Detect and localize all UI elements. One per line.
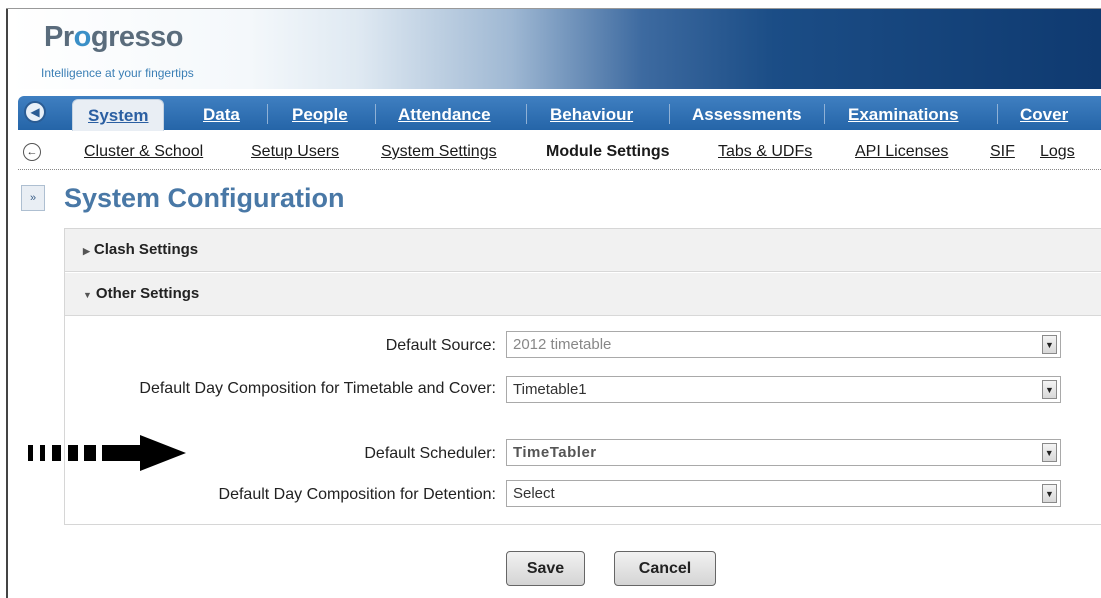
- tab-data[interactable]: Data: [203, 99, 240, 130]
- tab-divider: [526, 104, 527, 124]
- tab-back-icon[interactable]: ◀: [24, 101, 46, 123]
- tab-divider: [824, 104, 825, 124]
- progresso-logo: Progresso: [44, 21, 183, 53]
- subnav-logs[interactable]: Logs: [1040, 143, 1075, 161]
- day-composition-timetable-select[interactable]: Timetable1 ▼: [506, 376, 1061, 403]
- expanded-arrow-icon: ▼: [83, 290, 92, 300]
- tagline: Intelligence at your fingertips: [41, 66, 194, 80]
- subnav-back-icon[interactable]: ←: [23, 143, 41, 161]
- dropdown-arrow-icon[interactable]: ▼: [1042, 380, 1057, 399]
- dropdown-arrow-icon[interactable]: ▼: [1042, 335, 1057, 354]
- subnav-cluster-school[interactable]: Cluster & School: [84, 143, 203, 161]
- page-title: System Configuration: [64, 183, 345, 213]
- tab-people[interactable]: People: [292, 99, 348, 130]
- section-label: Clash Settings: [93, 241, 199, 258]
- day-composition-timetable-label: Default Day Composition for Timetable an…: [139, 380, 496, 397]
- day-composition-detention-label: Default Day Composition for Detention:: [218, 486, 496, 503]
- subnav-setup-users[interactable]: Setup Users: [251, 143, 339, 161]
- annotation-arrow-icon: [28, 435, 186, 471]
- cancel-button[interactable]: Cancel: [614, 551, 716, 586]
- section-label: Other Settings: [95, 285, 200, 302]
- subnav-divider: [18, 169, 1101, 170]
- window-frame-left: [0, 0, 8, 598]
- subnav-module-settings[interactable]: Module Settings: [546, 143, 670, 161]
- window-frame-top: [6, 0, 1101, 9]
- dropdown-arrow-icon[interactable]: ▼: [1042, 484, 1057, 503]
- subnav-system-settings[interactable]: System Settings: [381, 143, 497, 161]
- tab-attendance[interactable]: Attendance: [398, 99, 491, 130]
- tab-assessments[interactable]: Assessments: [692, 99, 802, 130]
- default-source-value: 2012 timetable: [513, 336, 612, 353]
- tab-divider: [997, 104, 998, 124]
- default-scheduler-label: Default Scheduler:: [364, 445, 496, 462]
- default-source-select[interactable]: 2012 timetable ▼: [506, 331, 1061, 358]
- default-source-label: Default Source:: [385, 337, 496, 354]
- day-composition-detention-select[interactable]: Select ▼: [506, 480, 1061, 507]
- expand-sidebar-icon[interactable]: »: [21, 185, 45, 211]
- dropdown-arrow-icon[interactable]: ▼: [1042, 443, 1057, 462]
- tab-divider: [267, 104, 268, 124]
- day-composition-timetable-value: Timetable1: [513, 381, 587, 398]
- app-header: Progresso Intelligence at your fingertip…: [9, 9, 1101, 89]
- tab-divider: [669, 104, 670, 124]
- subnav-sif[interactable]: SIF: [990, 143, 1015, 161]
- default-scheduler-value: TimeTabler: [513, 444, 597, 461]
- section-other-settings[interactable]: ▼ Other Settings: [65, 273, 1101, 316]
- save-button[interactable]: Save: [506, 551, 585, 586]
- collapsed-arrow-icon: ▶: [83, 246, 90, 256]
- tab-behaviour[interactable]: Behaviour: [550, 99, 633, 130]
- tab-cover[interactable]: Cover: [1020, 99, 1068, 130]
- subnav-api-licenses[interactable]: API Licenses: [855, 143, 948, 161]
- default-scheduler-select[interactable]: TimeTabler ▼: [506, 439, 1061, 466]
- tab-system[interactable]: System: [72, 99, 165, 131]
- section-clash-settings[interactable]: ▶ Clash Settings: [65, 229, 1101, 272]
- day-composition-detention-value: Select: [513, 485, 555, 502]
- tab-examinations[interactable]: Examinations: [848, 99, 959, 130]
- subnav-tabs-udfs[interactable]: Tabs & UDFs: [718, 143, 812, 161]
- tab-divider: [375, 104, 376, 124]
